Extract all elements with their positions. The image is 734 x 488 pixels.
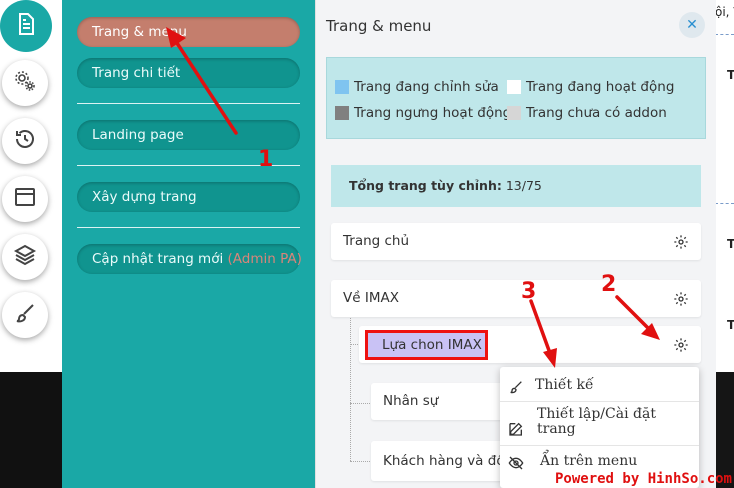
annotation-number: 2 (601, 272, 617, 297)
menu-item-label: Cập nhật trang mới (92, 251, 224, 267)
menu-item-detail-page[interactable]: Trang chi tiết (77, 58, 300, 88)
document-button[interactable] (0, 0, 52, 52)
history-icon (13, 127, 37, 155)
legend-swatch (335, 80, 349, 94)
brush-button[interactable] (2, 292, 48, 338)
menu-item-build-page[interactable]: Xây dựng trang (77, 182, 300, 212)
page-options-dropdown: Thiết kế Thiết lập/Cài đặt trang Ẩn trên… (500, 367, 699, 488)
legend: Trang đang chỉnh sửa Trang đang hoạt độn… (326, 57, 706, 139)
legend-item: Trang chưa có addon (507, 105, 667, 121)
menu-item-pages-menu[interactable]: Trang & menu (77, 17, 300, 47)
background-text: T (727, 318, 734, 332)
gear-icon[interactable] (673, 337, 689, 353)
layout-icon (13, 185, 37, 213)
admin-badge: (Admin PA) (227, 251, 302, 267)
page-row-about[interactable]: Về IMAX (331, 280, 701, 317)
close-icon: ✕ (686, 17, 698, 33)
page-row-home[interactable]: Trang chủ (331, 223, 701, 260)
legend-label: Trang chưa có addon (526, 105, 667, 121)
page-label: Trang chủ (343, 233, 410, 249)
background-divider (715, 203, 734, 204)
legend-label: Trang ngưng hoạt động (354, 105, 512, 121)
settings-button[interactable] (2, 60, 48, 106)
brush-icon (510, 381, 522, 394)
gear-icon[interactable] (673, 291, 689, 307)
edit-icon (509, 422, 523, 436)
legend-swatch (507, 80, 521, 94)
legend-item: Trang đang chỉnh sửa (335, 79, 499, 95)
tree-line (350, 316, 351, 461)
watermark: Powered by HinhSo.com (554, 471, 732, 487)
page-count-summary: Tổng trang tùy chỉnh: 13/75 (331, 165, 701, 207)
layers-icon (13, 243, 37, 271)
background-text: T (727, 68, 734, 82)
menu-item-update-new-page[interactable]: Cập nhật trang mới (Admin PA) (77, 244, 302, 274)
page-label: Khách hàng và đối t (383, 453, 511, 469)
legend-item: Trang ngưng hoạt động (335, 105, 511, 121)
page-row-staff[interactable]: Nhân sự (371, 383, 511, 420)
eye-slash-icon (508, 456, 524, 470)
legend-item: Trang đang hoạt động (507, 79, 674, 95)
background-text: T (727, 237, 734, 251)
close-button[interactable]: ✕ (679, 12, 705, 38)
summary-label: Tổng trang tùy chỉnh: (349, 178, 502, 193)
page-label: Về IMAX (343, 290, 399, 306)
menu-divider (77, 227, 300, 228)
tree-line (350, 403, 370, 404)
page-label: Nhân sự (383, 393, 439, 409)
panel-title: Trang & menu (326, 17, 432, 35)
legend-label: Trang đang chỉnh sửa (354, 79, 499, 95)
menu-item-landing-page[interactable]: Landing page (77, 120, 300, 150)
main-menu-panel: Trang & menu Trang chi tiết Landing page… (62, 0, 315, 488)
document-icon (14, 12, 38, 40)
menu-divider (77, 103, 300, 104)
summary-value: 13/75 (505, 178, 542, 193)
dropdown-divider (500, 401, 699, 402)
tree-line (350, 461, 370, 462)
history-button[interactable] (2, 118, 48, 164)
layout-button[interactable] (2, 176, 48, 222)
background-divider (715, 34, 734, 35)
legend-label: Trang đang hoạt động (526, 79, 675, 95)
background-dark-area (0, 372, 62, 488)
gear-icon[interactable] (673, 234, 689, 250)
tool-rail (0, 0, 62, 372)
dropdown-item-design[interactable]: Thiết kế (500, 377, 699, 399)
highlighted-page-label[interactable]: Lựa chon IMAX (365, 330, 488, 360)
legend-swatch (507, 106, 521, 120)
dropdown-label: Ẩn trên menu (540, 453, 638, 469)
page-row-customers[interactable]: Khách hàng và đối t (371, 441, 511, 481)
layers-button[interactable] (2, 234, 48, 280)
background-text: ội, V (715, 5, 734, 19)
annotation-number: 3 (521, 279, 537, 304)
annotation-number: 1 (258, 147, 274, 172)
gears-icon (13, 69, 37, 97)
legend-swatch (335, 106, 349, 120)
dropdown-divider (500, 445, 699, 446)
dropdown-label: Thiết lập/Cài đặt trang (537, 406, 656, 437)
dropdown-item-settings[interactable]: Thiết lập/Cài đặt trang (500, 407, 699, 443)
dropdown-label: Thiết kế (535, 377, 594, 393)
brush-icon (13, 301, 37, 329)
